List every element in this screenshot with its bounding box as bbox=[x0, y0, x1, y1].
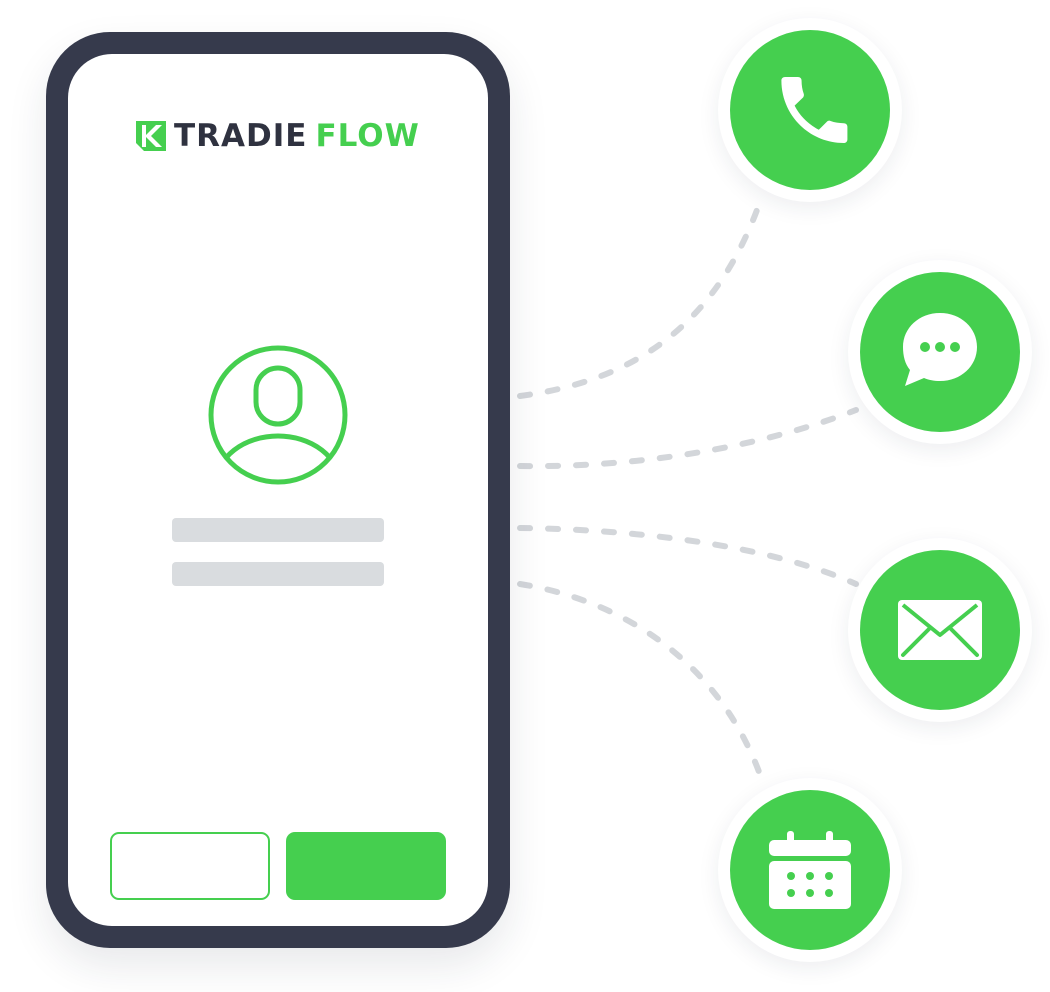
connector-email bbox=[517, 525, 859, 587]
brand-logo: TRADIE FLOW bbox=[136, 120, 420, 152]
phone-button[interactable] bbox=[730, 30, 890, 190]
calendar-icon bbox=[769, 831, 851, 909]
logo-text-tradie: TRADIE bbox=[174, 118, 308, 154]
chat-button[interactable] bbox=[860, 272, 1020, 432]
logo-mark-icon bbox=[136, 121, 166, 151]
email-button[interactable] bbox=[860, 550, 1020, 710]
phone-mockup: TRADIE FLOW bbox=[46, 32, 510, 948]
envelope-icon bbox=[898, 600, 982, 660]
channel-phone bbox=[718, 18, 902, 202]
chat-bubble-icon bbox=[903, 313, 977, 386]
channel-email bbox=[848, 538, 1032, 722]
secondary-button[interactable] bbox=[110, 832, 270, 900]
primary-button[interactable] bbox=[286, 832, 446, 900]
connector-phone bbox=[517, 193, 765, 399]
channel-chat bbox=[848, 260, 1032, 444]
phone-screen: TRADIE FLOW bbox=[68, 54, 488, 926]
logo-text-flow: FLOW bbox=[315, 118, 420, 154]
placeholder-line bbox=[172, 562, 384, 586]
calendar-button[interactable] bbox=[730, 790, 890, 950]
connector-calendar bbox=[517, 581, 765, 783]
connector-chat bbox=[517, 407, 859, 470]
channel-calendar bbox=[718, 778, 902, 962]
placeholder-line bbox=[172, 518, 384, 542]
phone-icon bbox=[781, 77, 848, 143]
user-circle-icon bbox=[208, 345, 348, 485]
